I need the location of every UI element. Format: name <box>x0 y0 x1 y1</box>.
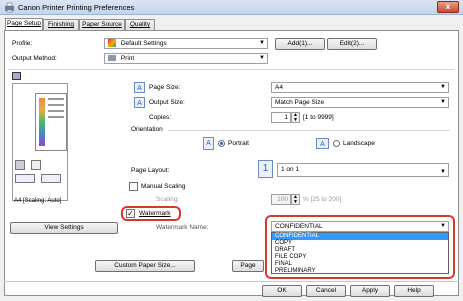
print-icon <box>108 55 116 62</box>
tab-label: Page Setup <box>7 20 41 27</box>
title-bar: Canon Printer Printing Preferences x <box>0 0 463 15</box>
manual-scaling-label: Manual Scaling <box>141 183 186 190</box>
page-layout-icon: 1 <box>258 160 273 178</box>
portrait-icon: A <box>203 137 214 150</box>
preview-colorbar <box>39 98 45 146</box>
list-item[interactable]: FILE COPY <box>272 254 448 261</box>
list-item[interactable]: FINAL <box>272 261 448 268</box>
finish-icon <box>15 160 25 170</box>
profile-label: Profile: <box>12 40 33 47</box>
tab-quality[interactable]: Quality <box>125 19 155 30</box>
ok-button[interactable]: OK <box>262 285 302 297</box>
help-button[interactable]: Help <box>394 285 434 297</box>
copies-range: [1 to 9999] <box>303 114 334 121</box>
output-method-label: Output Method: <box>12 55 57 62</box>
chevron-down-icon: ▼ <box>259 40 265 46</box>
landscape-radio[interactable] <box>333 140 340 147</box>
output-size-label: Output Size: <box>149 99 185 106</box>
apply-button[interactable]: Apply <box>350 285 390 297</box>
landscape-label: Landscape <box>343 140 375 147</box>
divider <box>8 69 454 70</box>
checkmark-icon: ✓ <box>127 209 134 218</box>
watermark-checkbox[interactable]: ✓ <box>126 209 135 218</box>
preview-line <box>48 116 64 118</box>
chevron-down-icon: ▼ <box>440 223 446 229</box>
orientation-divider <box>168 130 450 131</box>
scaling-label: Scaling: <box>156 196 180 203</box>
watermark-value: CONFIDENTIAL <box>275 223 323 230</box>
add-profile-button[interactable]: Add(1)... <box>275 38 325 50</box>
tab-label: Finishing <box>47 21 74 28</box>
watermark-options-list: CONFIDENTIAL COPY DRAFT FILE COPY FINAL … <box>271 232 449 274</box>
output-size-icon: A <box>134 97 145 108</box>
layout-icon <box>41 174 61 183</box>
preview-caption: A4 [Scaling: Auto] <box>14 198 62 204</box>
view-settings-button[interactable]: View Settings <box>10 222 118 234</box>
chevron-down-icon: ▼ <box>440 99 446 105</box>
printer-icon <box>5 2 14 13</box>
cancel-button[interactable]: Cancel <box>306 285 346 297</box>
watermark-label: Watermark <box>139 210 171 217</box>
tab-paper-source[interactable]: Paper Source <box>79 19 125 30</box>
orientation-label: Orientation <box>131 126 163 133</box>
copies-label: Copies: <box>149 114 172 121</box>
profile-icon <box>108 39 116 48</box>
page-size-icon: A <box>134 82 145 93</box>
preview-mini-icons <box>15 160 65 184</box>
list-item[interactable]: DRAFT <box>272 247 448 254</box>
list-item[interactable]: CONFIDENTIAL <box>272 233 448 240</box>
edit-profile-button[interactable]: Edit(2)... <box>327 38 377 50</box>
footer-divider <box>4 281 459 282</box>
page-layout-label: Page Layout: <box>131 167 170 174</box>
manual-scaling-checkbox[interactable] <box>129 182 138 191</box>
page-size-label: Page Size: <box>149 84 181 91</box>
tab-label: Quality <box>129 21 151 28</box>
copies-input[interactable]: 1 <box>271 112 291 123</box>
watermark-select[interactable]: CONFIDENTIAL ▼ <box>271 221 449 232</box>
copies-stepper[interactable]: ▲ ▼ <box>291 112 300 123</box>
window-title: Canon Printer Printing Preferences <box>18 3 135 12</box>
list-item[interactable]: COPY <box>272 240 448 247</box>
scaling-input[interactable]: 100 <box>271 194 291 205</box>
list-item[interactable]: PRELIMINARY <box>272 268 448 275</box>
chevron-down-icon: ▼ <box>440 169 446 175</box>
page-layout-select[interactable]: 1 on 1 ▼ <box>277 163 449 177</box>
scaling-range: % [25 to 200] <box>303 196 342 203</box>
preview-line <box>48 98 64 100</box>
close-button[interactable]: x <box>437 1 459 13</box>
preview-page <box>35 93 67 151</box>
portrait-radio[interactable] <box>218 140 225 147</box>
page-icon <box>31 160 41 170</box>
page-layout-value: 1 on 1 <box>281 166 300 173</box>
page-size-select[interactable]: A4 ▼ <box>271 82 449 93</box>
chevron-down-icon: ▼ <box>259 55 265 61</box>
close-icon: x <box>445 2 451 11</box>
scaling-stepper[interactable]: ▲ ▼ <box>291 194 300 205</box>
portrait-label: Portrait <box>228 140 249 147</box>
page-size-value: A4 <box>275 84 283 91</box>
preview-line <box>48 104 64 106</box>
profile-select[interactable]: Default Settings ▼ <box>104 38 268 49</box>
profile-value: Default Settings <box>120 40 167 47</box>
custom-paper-size-button[interactable]: Custom Paper Size... <box>95 260 195 272</box>
page-options-button[interactable]: Page <box>232 260 264 272</box>
tab-label: Paper Source <box>82 21 122 28</box>
output-method-select[interactable]: Print ▼ <box>104 53 268 64</box>
preview-toggle-icon[interactable] <box>12 72 21 80</box>
chevron-down-icon: ▼ <box>440 84 446 90</box>
output-size-value: Match Page Size <box>275 99 325 106</box>
watermark-name-label: Watermark Name: <box>156 224 209 231</box>
output-method-value: Print <box>120 55 135 62</box>
preview-line <box>48 110 64 112</box>
output-size-select[interactable]: Match Page Size ▼ <box>271 97 449 108</box>
layout-icon <box>15 174 35 183</box>
tab-finishing[interactable]: Finishing <box>43 19 79 30</box>
landscape-icon: A <box>316 138 329 149</box>
